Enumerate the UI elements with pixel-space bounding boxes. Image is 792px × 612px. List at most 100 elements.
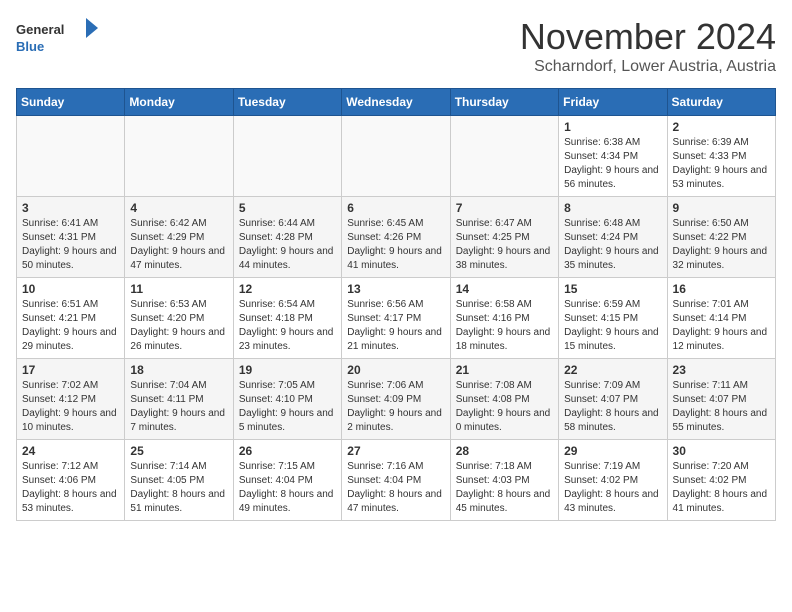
day-info: Sunrise: 6:48 AM Sunset: 4:24 PM Dayligh… bbox=[564, 217, 661, 273]
day-info: Sunrise: 7:02 AM Sunset: 4:12 PM Dayligh… bbox=[22, 379, 119, 435]
day-number: 6 bbox=[347, 201, 444, 215]
weekday-header-tuesday: Tuesday bbox=[233, 89, 341, 116]
weekday-header-saturday: Saturday bbox=[667, 89, 775, 116]
day-info: Sunrise: 6:56 AM Sunset: 4:17 PM Dayligh… bbox=[347, 298, 444, 354]
calendar-cell bbox=[233, 116, 341, 197]
calendar-cell: 28Sunrise: 7:18 AM Sunset: 4:03 PM Dayli… bbox=[450, 440, 558, 521]
calendar-cell: 16Sunrise: 7:01 AM Sunset: 4:14 PM Dayli… bbox=[667, 278, 775, 359]
day-number: 22 bbox=[564, 363, 661, 377]
calendar-cell: 20 Sunrise: 7:06 AM Sunset: 4:09 PM Dayli… bbox=[342, 359, 450, 440]
weekday-header-thursday: Thursday bbox=[450, 89, 558, 116]
calendar-cell: 6 Sunrise: 6:45 AM Sunset: 4:26 PM Daylig… bbox=[342, 197, 450, 278]
calendar-cell: 11Sunrise: 6:53 AM Sunset: 4:20 PM Dayli… bbox=[125, 278, 233, 359]
page-header: General Blue November 2024 Scharndorf, L… bbox=[16, 16, 776, 76]
day-info: Sunrise: 7:18 AM Sunset: 4:03 PM Dayligh… bbox=[456, 460, 553, 516]
day-info: Sunrise: 7:14 AM Sunset: 4:05 PM Dayligh… bbox=[130, 460, 227, 516]
day-number: 2 bbox=[673, 120, 770, 134]
day-number: 29 bbox=[564, 444, 661, 458]
day-number: 25 bbox=[130, 444, 227, 458]
calendar-cell: 13 Sunrise: 6:56 AM Sunset: 4:17 PM Dayli… bbox=[342, 278, 450, 359]
day-info: Sunrise: 6:38 AM Sunset: 4:34 PM Dayligh… bbox=[564, 136, 661, 192]
calendar-cell: 26 Sunrise: 7:15 AM Sunset: 4:04 PM Dayli… bbox=[233, 440, 341, 521]
day-info: Sunrise: 7:04 AM Sunset: 4:11 PM Dayligh… bbox=[130, 379, 227, 435]
day-info: Sunrise: 7:20 AM Sunset: 4:02 PM Dayligh… bbox=[673, 460, 770, 516]
day-number: 19 bbox=[239, 363, 336, 377]
day-info: Sunrise: 7:11 AM Sunset: 4:07 PM Dayligh… bbox=[673, 379, 770, 435]
day-number: 18 bbox=[130, 363, 227, 377]
calendar-cell: 10 Sunrise: 6:51 AM Sunset: 4:21 PM Dayli… bbox=[17, 278, 125, 359]
calendar-cell: 24Sunrise: 7:12 AM Sunset: 4:06 PM Dayli… bbox=[17, 440, 125, 521]
calendar-cell: 7 Sunrise: 6:47 AM Sunset: 4:25 PM Daylig… bbox=[450, 197, 558, 278]
day-number: 24 bbox=[22, 444, 119, 458]
day-number: 3 bbox=[22, 201, 119, 215]
calendar-cell: 8 Sunrise: 6:48 AM Sunset: 4:24 PM Daylig… bbox=[559, 197, 667, 278]
logo-svg: General Blue bbox=[16, 16, 106, 56]
day-number: 23 bbox=[673, 363, 770, 377]
day-number: 5 bbox=[239, 201, 336, 215]
calendar-cell: 18 Sunrise: 7:04 AM Sunset: 4:11 PM Dayli… bbox=[125, 359, 233, 440]
day-number: 14 bbox=[456, 282, 553, 296]
calendar-cell: 5 Sunrise: 6:44 AM Sunset: 4:28 PM Daylig… bbox=[233, 197, 341, 278]
day-number: 26 bbox=[239, 444, 336, 458]
day-number: 21 bbox=[456, 363, 553, 377]
day-number: 10 bbox=[22, 282, 119, 296]
calendar-cell: 21 Sunrise: 7:08 AM Sunset: 4:08 PM Dayli… bbox=[450, 359, 558, 440]
calendar-cell bbox=[342, 116, 450, 197]
day-info: Sunrise: 6:41 AM Sunset: 4:31 PM Dayligh… bbox=[22, 217, 119, 273]
day-number: 20 bbox=[347, 363, 444, 377]
day-info: Sunrise: 6:54 AM Sunset: 4:18 PM Dayligh… bbox=[239, 298, 336, 354]
day-info: Sunrise: 7:16 AM Sunset: 4:04 PM Dayligh… bbox=[347, 460, 444, 516]
day-info: Sunrise: 6:59 AM Sunset: 4:15 PM Dayligh… bbox=[564, 298, 661, 354]
day-info: Sunrise: 7:05 AM Sunset: 4:10 PM Dayligh… bbox=[239, 379, 336, 435]
calendar-cell: 27 Sunrise: 7:16 AM Sunset: 4:04 PM Dayli… bbox=[342, 440, 450, 521]
day-info: Sunrise: 7:08 AM Sunset: 4:08 PM Dayligh… bbox=[456, 379, 553, 435]
weekday-header-sunday: Sunday bbox=[17, 89, 125, 116]
calendar-cell: 22Sunrise: 7:09 AM Sunset: 4:07 PM Dayli… bbox=[559, 359, 667, 440]
calendar-cell: 12 Sunrise: 6:54 AM Sunset: 4:18 PM Dayli… bbox=[233, 278, 341, 359]
weekday-header-wednesday: Wednesday bbox=[342, 89, 450, 116]
calendar-cell: 4 Sunrise: 6:42 AM Sunset: 4:29 PM Daylig… bbox=[125, 197, 233, 278]
day-info: Sunrise: 6:50 AM Sunset: 4:22 PM Dayligh… bbox=[673, 217, 770, 273]
calendar-cell: 3 Sunrise: 6:41 AM Sunset: 4:31 PM Daylig… bbox=[17, 197, 125, 278]
svg-text:Blue: Blue bbox=[16, 39, 44, 54]
title-block: November 2024 Scharndorf, Lower Austria,… bbox=[520, 16, 776, 76]
calendar-cell: 15 Sunrise: 6:59 AM Sunset: 4:15 PM Dayli… bbox=[559, 278, 667, 359]
day-number: 12 bbox=[239, 282, 336, 296]
day-number: 27 bbox=[347, 444, 444, 458]
day-info: Sunrise: 6:39 AM Sunset: 4:33 PM Dayligh… bbox=[673, 136, 770, 192]
day-info: Sunrise: 6:44 AM Sunset: 4:28 PM Dayligh… bbox=[239, 217, 336, 273]
calendar-cell: 9 Sunrise: 6:50 AM Sunset: 4:22 PM Daylig… bbox=[667, 197, 775, 278]
calendar-cell: 30 Sunrise: 7:20 AM Sunset: 4:02 PM Dayli… bbox=[667, 440, 775, 521]
calendar-cell: 1 Sunrise: 6:38 AM Sunset: 4:34 PM Daylig… bbox=[559, 116, 667, 197]
day-info: Sunrise: 6:42 AM Sunset: 4:29 PM Dayligh… bbox=[130, 217, 227, 273]
day-number: 7 bbox=[456, 201, 553, 215]
day-number: 4 bbox=[130, 201, 227, 215]
day-info: Sunrise: 6:53 AM Sunset: 4:20 PM Dayligh… bbox=[130, 298, 227, 354]
weekday-header-friday: Friday bbox=[559, 89, 667, 116]
day-number: 15 bbox=[564, 282, 661, 296]
month-title: November 2024 bbox=[520, 16, 776, 58]
calendar-cell: 25 Sunrise: 7:14 AM Sunset: 4:05 PM Dayli… bbox=[125, 440, 233, 521]
day-info: Sunrise: 6:51 AM Sunset: 4:21 PM Dayligh… bbox=[22, 298, 119, 354]
day-number: 13 bbox=[347, 282, 444, 296]
day-info: Sunrise: 6:47 AM Sunset: 4:25 PM Dayligh… bbox=[456, 217, 553, 273]
day-number: 30 bbox=[673, 444, 770, 458]
day-number: 16 bbox=[673, 282, 770, 296]
svg-text:General: General bbox=[16, 22, 64, 37]
calendar-cell bbox=[125, 116, 233, 197]
calendar-cell: 19 Sunrise: 7:05 AM Sunset: 4:10 PM Dayli… bbox=[233, 359, 341, 440]
day-number: 9 bbox=[673, 201, 770, 215]
day-number: 17 bbox=[22, 363, 119, 377]
day-info: Sunrise: 6:45 AM Sunset: 4:26 PM Dayligh… bbox=[347, 217, 444, 273]
calendar-table: SundayMondayTuesdayWednesdayThursdayFrid… bbox=[16, 88, 776, 521]
day-number: 1 bbox=[564, 120, 661, 134]
day-info: Sunrise: 7:06 AM Sunset: 4:09 PM Dayligh… bbox=[347, 379, 444, 435]
calendar-cell bbox=[17, 116, 125, 197]
location-title: Scharndorf, Lower Austria, Austria bbox=[520, 58, 776, 76]
day-number: 8 bbox=[564, 201, 661, 215]
calendar-cell: 14 Sunrise: 6:58 AM Sunset: 4:16 PM Dayli… bbox=[450, 278, 558, 359]
day-info: Sunrise: 7:15 AM Sunset: 4:04 PM Dayligh… bbox=[239, 460, 336, 516]
calendar-cell: 2 Sunrise: 6:39 AM Sunset: 4:33 PM Daylig… bbox=[667, 116, 775, 197]
day-info: Sunrise: 6:58 AM Sunset: 4:16 PM Dayligh… bbox=[456, 298, 553, 354]
calendar-cell bbox=[450, 116, 558, 197]
